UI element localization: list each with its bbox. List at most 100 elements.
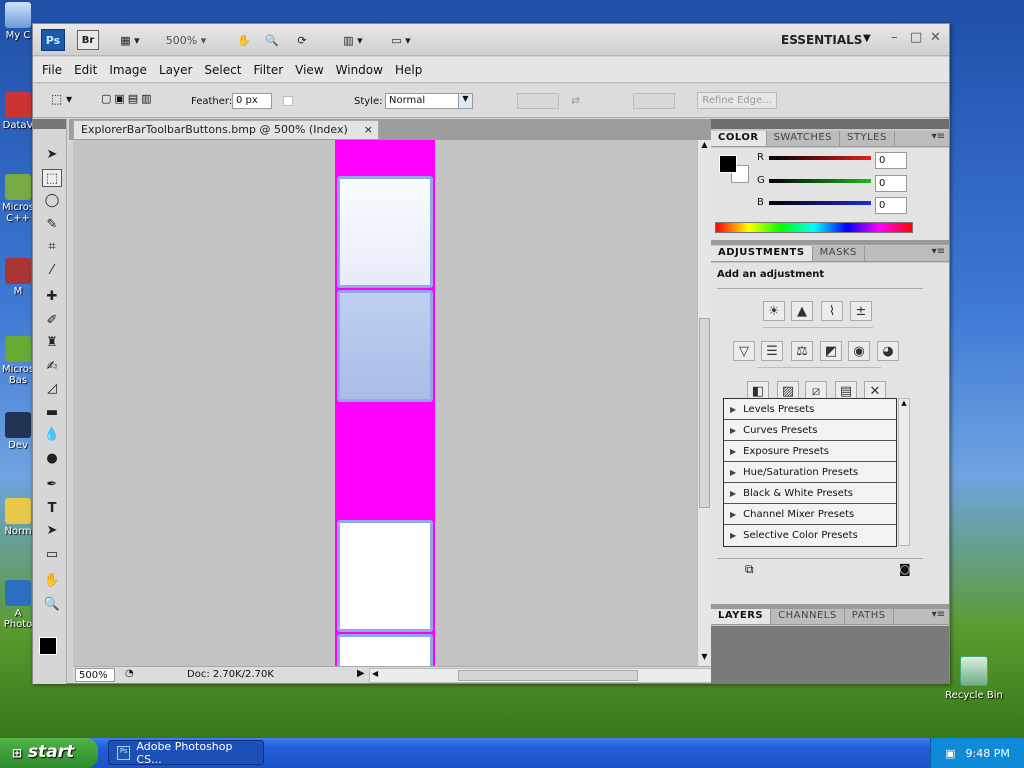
channel-mixer-icon[interactable]: ◕ [877, 341, 899, 361]
list-item[interactable]: ▶ Levels Presets [724, 399, 896, 420]
desktop-icon-dev[interactable]: Dev [0, 412, 36, 451]
status-menu-arrow[interactable]: ▶ [357, 668, 365, 679]
blue-slider[interactable] [769, 201, 871, 205]
list-item[interactable]: ▶ Exposure Presets [724, 441, 896, 462]
tab-channels[interactable]: CHANNELS [771, 609, 845, 624]
menu-window[interactable]: Window [330, 63, 389, 77]
pen-tool-icon[interactable]: ✒ [42, 475, 62, 493]
scroll-up-arrow[interactable]: ▲ [698, 140, 711, 154]
levels-icon[interactable]: ▲ [791, 301, 813, 321]
desktop-icon-micros-cpp[interactable]: Micros C++ [0, 174, 36, 224]
tab-paths[interactable]: PATHS [845, 609, 894, 624]
path-selection-tool-icon[interactable]: ➤ [42, 521, 62, 539]
zoom-tool-icon[interactable]: 🔍 [42, 595, 62, 613]
view-extras-button[interactable]: ▦ ▾ [113, 30, 147, 50]
zoom-level-dropdown[interactable]: 500% ▾ [157, 30, 215, 50]
desktop-icon-photo[interactable]: A Photo [0, 580, 36, 630]
shape-tool-icon[interactable]: ▭ [42, 545, 62, 563]
close-button[interactable]: ✕ [930, 30, 941, 45]
crop-tool-icon[interactable]: ⌗ [42, 237, 62, 255]
desktop-icon-micros-bas[interactable]: Micros Bas [0, 336, 36, 386]
menu-edit[interactable]: Edit [68, 63, 103, 77]
menu-help[interactable]: Help [389, 63, 428, 77]
desktop-icon-datav[interactable]: DataV [0, 92, 36, 131]
menu-select[interactable]: Select [198, 63, 247, 77]
panel-menu-icon[interactable]: ▾≡ [932, 609, 945, 620]
hue-saturation-icon[interactable]: ☰ [761, 341, 783, 361]
horizontal-scrollbar[interactable]: ◀ ▶ [369, 668, 731, 683]
color-balance-icon[interactable]: ⚖ [791, 341, 813, 361]
image-canvas[interactable] [335, 140, 435, 666]
tab-layers[interactable]: LAYERS [711, 609, 772, 624]
canvas-area[interactable] [73, 140, 697, 666]
exposure-icon[interactable]: ± [850, 301, 872, 321]
taskbar-item-photoshop[interactable]: Ps Adobe Photoshop CS... [108, 740, 264, 766]
panel-menu-icon[interactable]: ▾≡ [932, 131, 945, 142]
list-item[interactable]: ▶ Hue/Saturation Presets [724, 462, 896, 483]
status-info-icon[interactable]: ◔ [125, 668, 134, 679]
scroll-left-arrow[interactable]: ◀ [372, 669, 378, 678]
scroll-down-arrow[interactable]: ▼ [698, 652, 711, 666]
list-item[interactable]: ▶ Selective Color Presets [724, 525, 896, 546]
scroll-thumb[interactable] [699, 318, 710, 508]
quick-selection-tool-icon[interactable]: ✎ [42, 215, 62, 233]
dodge-tool-icon[interactable]: ● [42, 449, 62, 467]
red-slider[interactable] [769, 156, 871, 160]
black-white-icon[interactable]: ◩ [820, 341, 842, 361]
menu-file[interactable]: File [36, 63, 68, 77]
selection-mode-buttons[interactable]: ▢▣▤▥ [101, 92, 173, 110]
hand-tool-icon[interactable]: ✋ [42, 571, 62, 589]
gradient-tool-icon[interactable]: ▬ [42, 403, 62, 421]
close-icon[interactable]: × [364, 123, 373, 136]
photo-filter-icon[interactable]: ◉ [848, 341, 870, 361]
menu-layer[interactable]: Layer [153, 63, 198, 77]
eyedropper-tool-icon[interactable]: ⁄ [42, 261, 62, 279]
eraser-tool-icon[interactable]: ◿ [42, 379, 62, 397]
minimize-button[interactable]: – [891, 30, 898, 45]
tab-swatches[interactable]: SWATCHES [767, 131, 841, 146]
menu-filter[interactable]: Filter [247, 63, 289, 77]
desktop-icon-norm[interactable]: Norm [0, 498, 36, 537]
feather-input[interactable]: 0 px [232, 93, 272, 109]
color-spectrum-ramp[interactable] [715, 222, 913, 233]
screen-mode-button[interactable]: ▭ ▾ [383, 30, 419, 50]
desktop-icon-m[interactable]: M [0, 258, 36, 297]
blue-value-input[interactable]: 0 [875, 197, 907, 214]
workspace-switcher[interactable]: ESSENTIALS [781, 33, 862, 47]
refine-edge-button[interactable]: Refine Edge... [697, 92, 777, 109]
add-mask-icon[interactable]: ◙ [899, 562, 911, 576]
vertical-scrollbar[interactable]: ▲ ▼ [697, 140, 711, 666]
scroll-thumb[interactable] [458, 670, 638, 681]
network-icon[interactable]: ▣ [945, 747, 955, 760]
vibrance-icon[interactable]: ▽ [733, 341, 755, 361]
tab-color[interactable]: COLOR [711, 131, 767, 146]
tab-masks[interactable]: MASKS [813, 246, 865, 261]
zoom-tool-icon[interactable]: 🔍 [261, 30, 283, 50]
maximize-button[interactable]: □ [910, 30, 922, 45]
foreground-color-swatch[interactable] [39, 637, 57, 655]
type-tool-icon[interactable]: T [42, 499, 62, 517]
move-tool-icon[interactable]: ➤ [42, 145, 62, 163]
healing-brush-tool-icon[interactable]: ✚ [42, 287, 62, 305]
clip-to-layer-icon[interactable]: ⧉ [745, 562, 754, 577]
tab-adjustments[interactable]: ADJUSTMENTS [711, 246, 813, 261]
curves-icon[interactable]: ⌇ [821, 301, 843, 321]
tool-preset-picker[interactable]: ⬚ ▾ [51, 92, 85, 110]
hand-tool-icon[interactable]: ✋ [233, 30, 255, 50]
panel-menu-icon[interactable]: ▾≡ [932, 246, 945, 257]
start-button[interactable]: ⊞ start [0, 738, 98, 768]
green-value-input[interactable]: 0 [875, 175, 907, 192]
history-brush-tool-icon[interactable]: ✍ [42, 357, 62, 375]
style-dropdown[interactable]: Normal ▼ [385, 93, 473, 109]
bridge-button[interactable]: Br [77, 30, 99, 50]
menu-image[interactable]: Image [103, 63, 153, 77]
brightness-contrast-icon[interactable]: ☀ [763, 301, 785, 321]
green-slider[interactable] [769, 179, 871, 183]
lasso-tool-icon[interactable]: ◯ [42, 191, 62, 209]
tab-styles[interactable]: STYLES [840, 131, 895, 146]
chevron-down-icon[interactable]: ▼ [863, 33, 871, 44]
menu-view[interactable]: View [289, 63, 329, 77]
document-tab[interactable]: ExplorerBarToolbarButtons.bmp @ 500% (In… [73, 120, 379, 139]
brush-tool-icon[interactable]: ✐ [42, 311, 62, 329]
blur-tool-icon[interactable]: 💧 [42, 425, 62, 443]
